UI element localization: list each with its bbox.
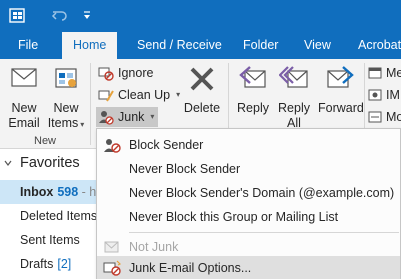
folder-name: Deleted Items — [20, 209, 96, 223]
reply-icon — [239, 66, 266, 88]
never-block-sender-label: Never Block Sender — [129, 162, 241, 176]
folder-name: Sent Items — [20, 233, 80, 247]
folder-inbox[interactable]: Inbox 598 - h — [0, 180, 96, 204]
new-items-label-2: Items ▾ — [47, 116, 85, 130]
tab-send-receive[interactable]: Send / Receive — [137, 32, 222, 59]
favorites-header[interactable]: Favorites — [4, 155, 80, 171]
folder-suffix: - h — [78, 185, 96, 199]
draft-count: [2] — [57, 257, 72, 271]
group-label-new: New — [34, 135, 57, 147]
never-block-group-label: Never Block this Group or Mailing List — [129, 210, 339, 224]
ignore-label: Ignore — [118, 66, 154, 80]
block-sender-label: Block Sender — [129, 138, 204, 152]
new-email-label-2: Email — [8, 116, 40, 130]
im-label: IM — [386, 88, 400, 102]
menu-item-junk-email-options[interactable]: Junk E-mail Options... — [97, 256, 400, 279]
never-block-domain-label: Never Block Sender's Domain (@example.co… — [129, 186, 395, 200]
clean-up-label: Clean Up — [118, 88, 171, 102]
quick-access-toolbar — [0, 0, 401, 32]
ignore-button[interactable]: Ignore — [98, 63, 153, 83]
new-items-label-1: New — [53, 101, 79, 115]
reply-button[interactable]: Reply — [234, 63, 272, 116]
junk-options-icon — [103, 260, 121, 276]
menu-separator — [129, 232, 399, 233]
undo-icon[interactable] — [50, 6, 70, 26]
forward-button[interactable]: Forward — [318, 63, 364, 116]
more-button[interactable]: Mo — [368, 107, 401, 127]
folder-pane: Favorites Inbox 598 - h Deleted Items Sen… — [0, 150, 96, 279]
meeting-button[interactable]: Me — [368, 63, 401, 83]
junk-label: Junk — [118, 110, 145, 124]
menu-item-never-block-sender[interactable]: Never Block Sender — [97, 157, 400, 181]
ribbon-tabs: File Home Send / Receive Folder View Acr… — [0, 32, 401, 59]
tab-acrobat[interactable]: Acrobat — [358, 32, 401, 59]
new-email-label-1: New — [11, 101, 37, 115]
reply-label: Reply — [237, 101, 269, 115]
menu-item-never-block-group[interactable]: Never Block this Group or Mailing List — [97, 205, 400, 229]
folder-deleted-items[interactable]: Deleted Items — [0, 204, 96, 228]
new-items-button[interactable]: New Items ▾ — [46, 63, 86, 132]
tab-file[interactable]: File — [18, 32, 38, 59]
im-button[interactable]: IM — [368, 85, 400, 105]
im-icon — [368, 89, 382, 101]
meeting-label: Me — [386, 66, 401, 80]
folder-name: Drafts — [20, 257, 54, 271]
app-icon[interactable] — [8, 6, 28, 26]
favorites-label: Favorites — [20, 155, 80, 171]
ignore-icon — [98, 67, 114, 81]
menu-item-never-block-domain[interactable]: Never Block Sender's Domain (@example.co… — [97, 181, 400, 205]
not-junk-icon — [104, 241, 119, 253]
folder-drafts[interactable]: Drafts [2] — [0, 252, 96, 276]
unread-count: 598 — [57, 185, 79, 199]
reply-all-label-1: Reply — [278, 101, 310, 115]
folder-sent-items[interactable]: Sent Items — [0, 228, 96, 252]
not-junk-label: Not Junk — [129, 240, 179, 254]
junk-options-label: Junk E-mail Options... — [129, 261, 252, 275]
new-email-button[interactable]: New Email — [6, 63, 42, 131]
reply-all-button[interactable]: Reply All — [275, 63, 313, 131]
new-items-icon — [55, 68, 77, 88]
delete-icon — [190, 67, 214, 91]
delete-button[interactable]: Delete — [182, 63, 222, 116]
customize-icon[interactable] — [78, 6, 98, 26]
more-icon — [368, 111, 382, 123]
tab-folder[interactable]: Folder — [243, 32, 278, 59]
meeting-icon — [368, 67, 382, 79]
block-sender-icon — [104, 139, 121, 153]
tab-home[interactable]: Home — [62, 32, 118, 59]
junk-menu: Block Sender Never Block Sender Never Bl… — [96, 128, 401, 279]
new-email-icon — [11, 68, 37, 87]
more-label: Mo — [386, 110, 401, 124]
menu-item-block-sender[interactable]: Block Sender — [97, 133, 400, 157]
reply-all-icon — [278, 66, 308, 88]
junk-icon — [99, 111, 114, 125]
forward-icon — [327, 66, 354, 88]
clean-up-button[interactable]: Clean Up ▾ — [98, 85, 180, 105]
forward-label: Forward — [318, 101, 364, 115]
folder-name: Inbox — [20, 185, 54, 199]
clean-up-icon — [98, 90, 114, 102]
delete-label: Delete — [183, 101, 221, 115]
collapse-icon — [4, 160, 12, 166]
tab-view[interactable]: View — [304, 32, 331, 59]
group-separator — [90, 63, 91, 145]
junk-button[interactable]: Junk ▾ — [96, 107, 159, 127]
